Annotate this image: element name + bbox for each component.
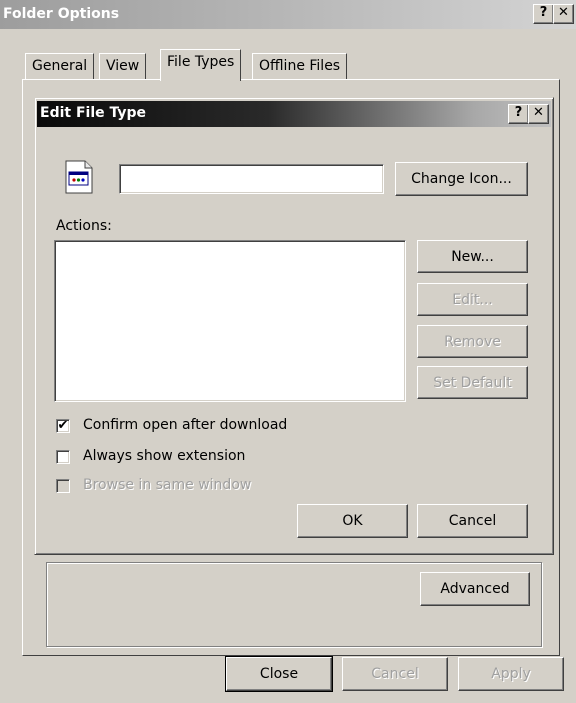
confirm-open-label[interactable]: Confirm open after download bbox=[83, 417, 287, 433]
dialog-cancel-button[interactable]: Cancel bbox=[417, 504, 528, 538]
document-window-icon[interactable] bbox=[64, 160, 94, 194]
change-icon-button[interactable]: Change Icon... bbox=[395, 162, 528, 196]
always-show-extension-checkbox[interactable] bbox=[56, 450, 70, 464]
document-window-icon-graphic bbox=[65, 160, 93, 194]
tab-file-types[interactable]: File Types bbox=[160, 49, 242, 81]
confirm-open-checkbox[interactable]: ✔ bbox=[56, 419, 70, 433]
browse-same-window-label[interactable]: Browse in same window bbox=[83, 477, 251, 493]
folder-options-title: Folder Options bbox=[3, 6, 120, 22]
close-button[interactable]: Close bbox=[225, 656, 333, 692]
help-button[interactable]: ? bbox=[533, 4, 554, 24]
tab-general[interactable]: General bbox=[25, 53, 95, 80]
browse-same-window-checkbox[interactable] bbox=[56, 479, 70, 493]
set-default-button[interactable]: Set Default bbox=[417, 366, 528, 399]
actions-label: Actions: bbox=[56, 218, 112, 234]
edit-file-type-title: Edit File Type bbox=[40, 105, 147, 121]
file-type-description-field[interactable] bbox=[119, 164, 384, 194]
dialog-help-button[interactable]: ? bbox=[508, 104, 529, 124]
new-action-button[interactable]: New... bbox=[417, 240, 528, 273]
folder-options-title-bar[interactable]: Folder Options ? ✕ bbox=[0, 0, 576, 29]
edit-action-button[interactable]: Edit... bbox=[417, 283, 528, 316]
advanced-button[interactable]: Advanced bbox=[420, 572, 530, 606]
apply-button[interactable]: Apply bbox=[458, 657, 564, 691]
remove-action-button[interactable]: Remove bbox=[417, 325, 528, 358]
tab-offline-files[interactable]: Offline Files bbox=[252, 53, 348, 80]
actions-listbox[interactable] bbox=[54, 240, 406, 402]
always-show-extension-label[interactable]: Always show extension bbox=[83, 448, 245, 464]
dialog-close-button[interactable]: ✕ bbox=[528, 104, 549, 124]
tab-view[interactable]: View bbox=[99, 53, 147, 80]
close-window-button[interactable]: ✕ bbox=[553, 4, 574, 24]
ok-button[interactable]: OK bbox=[297, 504, 408, 538]
outer-cancel-button[interactable]: Cancel bbox=[342, 657, 448, 691]
edit-file-type-title-bar[interactable]: Edit File Type ? ✕ bbox=[37, 101, 551, 127]
